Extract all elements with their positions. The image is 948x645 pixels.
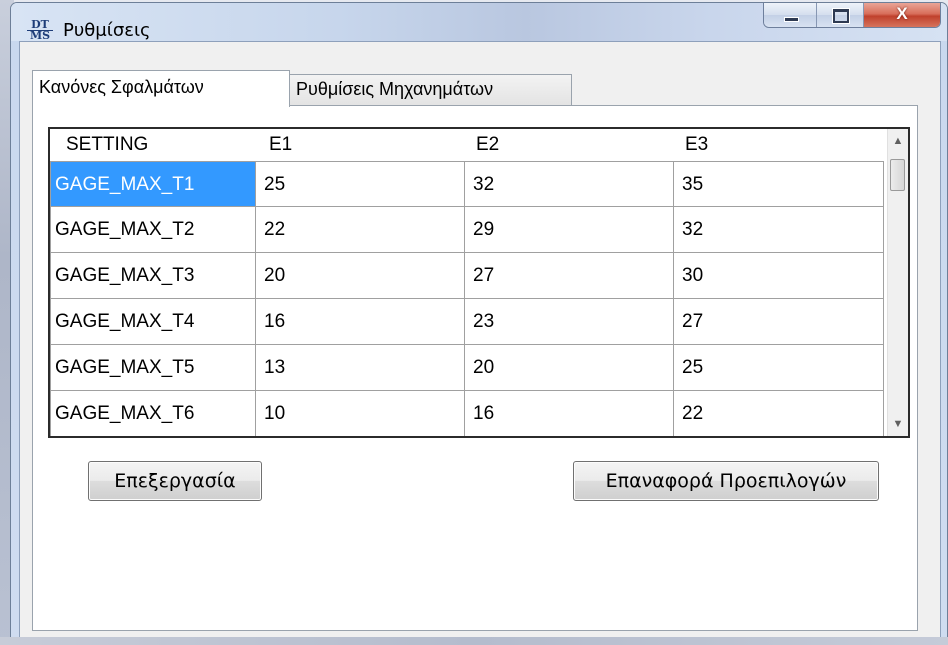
- table-row[interactable]: GAGE_MAX_T5 13 20 25: [50, 345, 890, 391]
- taskbar-edge: [0, 637, 948, 645]
- e1-cell[interactable]: 13: [256, 345, 465, 391]
- reset-defaults-button[interactable]: Επαναφορά Προεπιλογών: [573, 461, 879, 501]
- close-button[interactable]: X: [864, 3, 940, 27]
- table-row[interactable]: GAGE_MAX_T6 10 16 22: [50, 391, 890, 436]
- grid-header: SETTING E1 E2 E3: [50, 129, 890, 161]
- app-logo-icon: DT MS: [27, 19, 53, 42]
- tab-machine-settings[interactable]: Ρυθμίσεις Μηχανημάτων: [289, 74, 572, 106]
- e1-cell[interactable]: 25: [256, 161, 465, 207]
- e1-cell[interactable]: 16: [256, 299, 465, 345]
- e3-cell[interactable]: 27: [674, 299, 884, 345]
- e3-cell[interactable]: 22: [674, 391, 884, 436]
- scroll-up-arrow-icon[interactable]: ▲: [888, 131, 908, 151]
- e2-cell[interactable]: 32: [465, 161, 674, 207]
- e2-cell[interactable]: 16: [465, 391, 674, 436]
- e1-cell[interactable]: 22: [256, 207, 465, 253]
- e3-cell[interactable]: 32: [674, 207, 884, 253]
- edit-button[interactable]: Επεξεργασία: [88, 461, 262, 501]
- minimize-button[interactable]: [764, 3, 817, 27]
- table-row[interactable]: GAGE_MAX_T1 25 32 35: [50, 161, 890, 207]
- caption-buttons: X: [763, 3, 941, 28]
- setting-cell[interactable]: GAGE_MAX_T5: [50, 345, 256, 391]
- setting-cell[interactable]: GAGE_MAX_T1: [50, 161, 256, 207]
- e2-cell[interactable]: 23: [465, 299, 674, 345]
- tab-panel-error-rules: SETTING E1 E2 E3 GAGE_MAX_T1 25 32 35 GA…: [32, 105, 918, 631]
- settings-grid[interactable]: SETTING E1 E2 E3 GAGE_MAX_T1 25 32 35 GA…: [48, 127, 910, 438]
- e3-cell[interactable]: 35: [674, 161, 884, 207]
- table-row[interactable]: GAGE_MAX_T3 20 27 30: [50, 253, 890, 299]
- setting-cell[interactable]: GAGE_MAX_T6: [50, 391, 256, 436]
- settings-window: DT MS Ρυθμίσεις X Κανόνες Σφαλμάτων Ρυθμ…: [10, 2, 948, 639]
- window-client-area: Κανόνες Σφαλμάτων Ρυθμίσεις Μηχανημάτων …: [19, 41, 941, 639]
- title-bar[interactable]: DT MS Ρυθμίσεις X: [11, 3, 947, 41]
- table-row[interactable]: GAGE_MAX_T4 16 23 27: [50, 299, 890, 345]
- e2-cell[interactable]: 27: [465, 253, 674, 299]
- setting-cell[interactable]: GAGE_MAX_T4: [50, 299, 256, 345]
- maximize-icon: [833, 9, 849, 23]
- scrollbar-thumb[interactable]: [890, 159, 905, 191]
- window-title: Ρυθμίσεις: [63, 20, 151, 41]
- minimize-icon: [784, 17, 799, 22]
- close-icon: X: [896, 4, 908, 23]
- setting-cell[interactable]: GAGE_MAX_T2: [50, 207, 256, 253]
- setting-cell[interactable]: GAGE_MAX_T3: [50, 253, 256, 299]
- e3-cell[interactable]: 25: [674, 345, 884, 391]
- e1-cell[interactable]: 20: [256, 253, 465, 299]
- vertical-scrollbar[interactable]: ▲ ▼: [887, 129, 908, 436]
- logo-line-2: MS: [27, 30, 53, 41]
- tab-error-rules[interactable]: Κανόνες Σφαλμάτων: [32, 70, 290, 107]
- column-header-e1[interactable]: E1: [255, 129, 464, 161]
- maximize-button[interactable]: [817, 3, 864, 27]
- e3-cell[interactable]: 30: [674, 253, 884, 299]
- e2-cell[interactable]: 20: [465, 345, 674, 391]
- column-header-setting[interactable]: SETTING: [50, 129, 255, 161]
- column-header-e2[interactable]: E2: [464, 129, 673, 161]
- scroll-down-arrow-icon[interactable]: ▼: [888, 414, 908, 434]
- column-header-e3[interactable]: E3: [673, 129, 883, 161]
- table-row[interactable]: GAGE_MAX_T2 22 29 32: [50, 207, 890, 253]
- e1-cell[interactable]: 10: [256, 391, 465, 436]
- e2-cell[interactable]: 29: [465, 207, 674, 253]
